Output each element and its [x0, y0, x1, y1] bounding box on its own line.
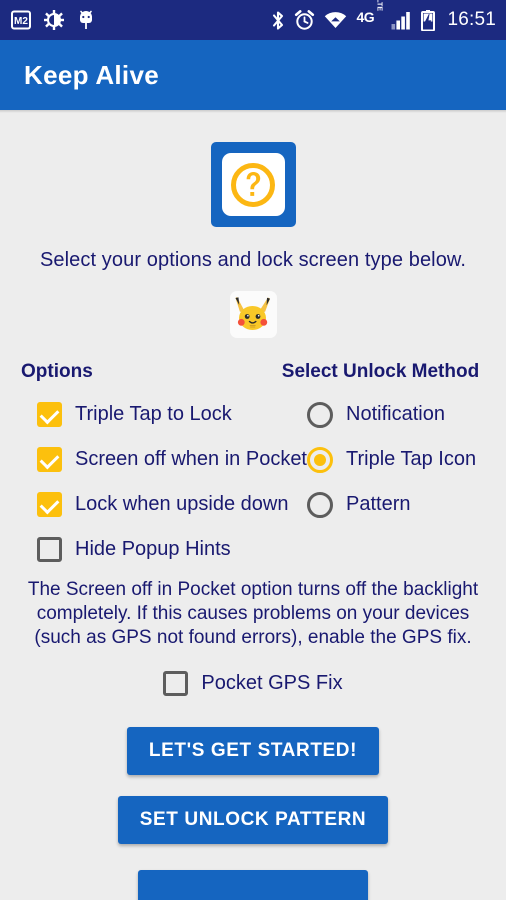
app-title: Keep Alive — [24, 59, 159, 90]
status-bar: M2 4G LTE 16:51 — [0, 0, 506, 40]
set-unlock-pattern-button-row: SET UNLOCK PATTERN — [0, 795, 506, 844]
status-bar-left-icons: M2 — [11, 10, 95, 30]
radio-row-triple-tap-icon[interactable]: Triple Tap Icon — [279, 437, 492, 482]
checkbox-label-hide-popup-hints: Hide Popup Hints — [75, 538, 231, 560]
radio-notification[interactable] — [307, 401, 333, 428]
question-mark-glyph — [231, 162, 275, 207]
checkbox-triple-tap-to-lock[interactable] — [37, 402, 62, 427]
status-bar-clock: 16:51 — [447, 9, 496, 30]
radio-label-pattern: Pattern — [346, 493, 411, 515]
checkbox-label-screen-off-in-pocket: Screen off when in Pocket — [75, 448, 307, 470]
checkbox-screen-off-in-pocket[interactable] — [37, 447, 62, 472]
question-mark-app-icon-inner — [221, 153, 285, 216]
third-button-row-partially-visible — [0, 869, 506, 900]
question-mark-app-icon[interactable] — [210, 142, 296, 227]
cellular-signal-icon — [391, 11, 412, 30]
secondary-icon-row — [0, 291, 506, 338]
checkbox-hide-popup-hints[interactable] — [37, 537, 62, 562]
checkbox-row-triple-tap-to-lock[interactable]: Triple Tap to Lock — [21, 392, 279, 437]
options-column: Options Triple Tap to Lock Screen off wh… — [21, 361, 307, 527]
get-started-button[interactable]: LET'S GET STARTED! — [126, 726, 380, 775]
unlock-method-heading: Select Unlock Method — [281, 361, 480, 382]
gps-note-text: The Screen off in Pocket option turns of… — [27, 579, 479, 648]
options-heading: Options — [21, 361, 93, 382]
network-4g-lte-icon: 4G LTE — [356, 0, 383, 25]
svg-text:M2: M2 — [14, 16, 28, 27]
radio-label-notification: Notification — [346, 403, 445, 425]
checkbox-row-lock-upside-down[interactable]: Lock when upside down — [21, 482, 288, 527]
hero-icon-row — [0, 113, 506, 227]
brightness-icon — [44, 10, 64, 30]
bluetooth-icon — [271, 10, 285, 31]
set-unlock-pattern-button[interactable]: SET UNLOCK PATTERN — [117, 795, 389, 844]
checkbox-label-lock-upside-down: Lock when upside down — [75, 493, 289, 515]
radio-label-triple-tap-icon: Triple Tap Icon — [346, 448, 477, 470]
subtitle-text: Select your options and lock screen type… — [39, 249, 467, 271]
radio-triple-tap-icon[interactable] — [307, 446, 333, 473]
unlock-method-column: Select Unlock Method Notification Triple… — [279, 361, 492, 527]
main-content: Select your options and lock screen type… — [0, 113, 506, 900]
get-started-button-row: LET'S GET STARTED! — [0, 726, 506, 775]
alarm-clock-icon — [294, 9, 315, 31]
m2-app-notification-icon: M2 — [11, 10, 31, 30]
phone-screen: M2 4G LTE 16:51 Keep Alive Select your o… — [0, 0, 506, 900]
radio-row-notification[interactable]: Notification — [279, 392, 492, 437]
pikachu-icon[interactable] — [229, 291, 277, 338]
options-columns: Options Triple Tap to Lock Screen off wh… — [0, 361, 506, 527]
checkbox-lock-upside-down[interactable] — [37, 492, 62, 517]
checkbox-row-pocket-gps-fix[interactable]: Pocket GPS Fix — [0, 662, 506, 706]
usb-android-icon — [77, 10, 95, 30]
checkbox-label-pocket-gps-fix: Pocket GPS Fix — [201, 672, 343, 695]
battery-charging-icon — [421, 9, 436, 31]
checkbox-row-hide-popup-hints[interactable]: Hide Popup Hints — [0, 527, 506, 572]
checkbox-row-screen-off-in-pocket[interactable]: Screen off when in Pocket — [21, 437, 307, 482]
app-bar: Keep Alive — [0, 40, 506, 110]
status-bar-right-icons: 4G LTE 16:51 — [271, 0, 496, 31]
radio-pattern[interactable] — [307, 491, 333, 518]
checkbox-pocket-gps-fix[interactable] — [163, 671, 189, 697]
checkbox-label-triple-tap-to-lock: Triple Tap to Lock — [75, 403, 232, 425]
wifi-icon — [324, 11, 347, 29]
third-button-cut-off[interactable] — [138, 869, 368, 900]
radio-row-pattern[interactable]: Pattern — [279, 482, 492, 527]
